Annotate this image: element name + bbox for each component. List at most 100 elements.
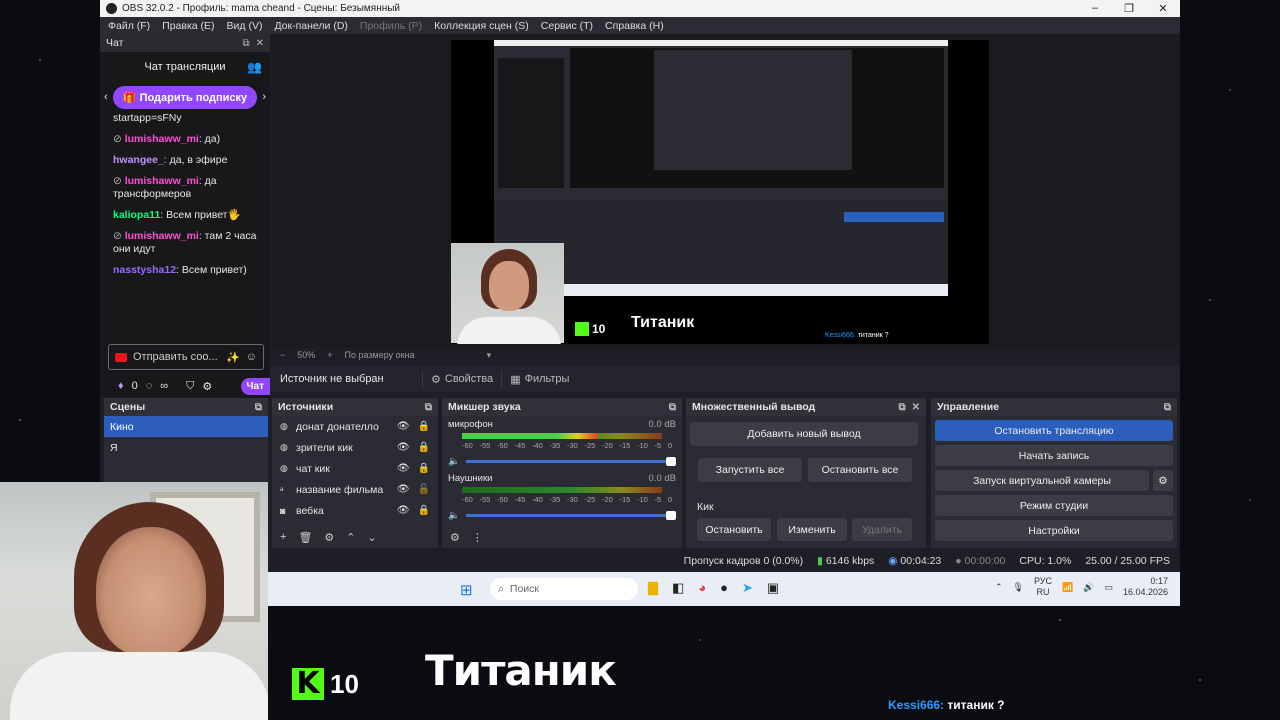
emote-icon[interactable]: ✨ bbox=[226, 351, 240, 364]
settings-button[interactable]: Настройки bbox=[935, 520, 1173, 541]
chat-input[interactable]: Отправить соо... ✨ ☺ bbox=[108, 344, 264, 370]
wifi-icon[interactable]: 📶 bbox=[1062, 582, 1073, 593]
add-icon[interactable]: + bbox=[280, 531, 286, 543]
language-indicator[interactable]: РУС RU bbox=[1034, 576, 1052, 598]
undock-icon[interactable]: ⧉ bbox=[255, 402, 262, 413]
gift-sub-button[interactable]: 🎁 Подарить подписку bbox=[112, 85, 258, 109]
trash-icon[interactable]: 🗑 bbox=[298, 531, 312, 544]
eye-icon[interactable]: 👁 bbox=[397, 421, 410, 432]
chevron-left-icon[interactable]: ‹ bbox=[104, 91, 108, 103]
filters-button[interactable]: ▦ Фильтры bbox=[501, 369, 577, 389]
start-record-button[interactable]: Начать запись bbox=[935, 445, 1173, 466]
chat-username[interactable]: hwangee_ bbox=[113, 154, 164, 166]
lock-icon[interactable]: 🔒 bbox=[418, 463, 430, 474]
folder-icon[interactable]: ▇ bbox=[648, 580, 658, 596]
virtual-cam-settings-icon[interactable]: ⚙ bbox=[1153, 470, 1173, 491]
speaker-icon[interactable]: 🔈 bbox=[448, 510, 460, 521]
undock-icon[interactable]: ⧉ bbox=[898, 402, 905, 413]
start-all-button[interactable]: Запустить все bbox=[698, 458, 802, 482]
properties-button[interactable]: ⚙ Свойства bbox=[422, 369, 501, 389]
volume-slider[interactable] bbox=[465, 511, 676, 520]
unlock-icon[interactable]: 🔓 bbox=[418, 484, 430, 495]
gear-icon[interactable]: ⚙ bbox=[324, 531, 334, 544]
more-icon[interactable]: ⋮ bbox=[472, 531, 483, 544]
menu-item[interactable]: Справка (H) bbox=[605, 20, 664, 32]
smile-icon[interactable]: ☺ bbox=[246, 351, 257, 363]
eye-icon[interactable]: 👁 bbox=[397, 484, 410, 495]
source-item[interactable]: ◙ вебка 👁 🔒 bbox=[272, 500, 438, 521]
eye-icon[interactable]: 👁 bbox=[397, 463, 410, 474]
arrow-down-icon[interactable]: ⌄ bbox=[368, 531, 377, 544]
menu-item[interactable]: Файл (F) bbox=[108, 20, 150, 32]
menu-item[interactable]: Вид (V) bbox=[227, 20, 263, 32]
zoom-level[interactable]: 50% bbox=[297, 350, 315, 360]
maximize-button[interactable]: ❐ bbox=[1112, 2, 1146, 15]
speaker-icon[interactable]: 🔈 bbox=[448, 456, 460, 467]
chat-username[interactable]: lumishaww_mi bbox=[125, 230, 199, 242]
source-item[interactable]: ◍ донат донателло 👁 🔒 bbox=[272, 416, 438, 437]
close-dock-icon[interactable]: ✕ bbox=[256, 38, 264, 49]
chat-username[interactable]: kaliopa11 bbox=[113, 209, 160, 221]
chevron-right-icon[interactable]: › bbox=[262, 91, 266, 103]
eye-icon[interactable]: 👁 bbox=[397, 505, 410, 516]
chevron-down-icon[interactable]: ▾ bbox=[487, 350, 492, 361]
menu-item[interactable]: Док-панели (D) bbox=[274, 20, 347, 32]
undock-icon[interactable]: ⧉ bbox=[1164, 402, 1171, 413]
mic-icon[interactable]: 🎙 bbox=[1013, 582, 1024, 593]
virtual-cam-button[interactable]: Запуск виртуальной камеры bbox=[935, 470, 1149, 491]
chrome-icon[interactable]: ◕ bbox=[698, 580, 706, 596]
zoom-out-icon[interactable]: − bbox=[280, 350, 285, 360]
menu-item[interactable]: Профиль (P) bbox=[360, 20, 422, 32]
chat-send-button[interactable]: Чат bbox=[240, 378, 270, 395]
gear-icon[interactable]: ⚙ bbox=[202, 380, 212, 393]
chat-username[interactable]: lumishaww_mi bbox=[125, 175, 199, 187]
terminal-icon[interactable]: ▣ bbox=[767, 580, 779, 596]
clock[interactable]: 0:17 16.04.2026 bbox=[1123, 576, 1168, 598]
delete-output-button[interactable]: Удалить bbox=[852, 518, 912, 541]
undock-icon[interactable]: ⧉ bbox=[425, 402, 432, 413]
stop-output-button[interactable]: Остановить bbox=[697, 518, 771, 541]
lock-icon[interactable]: 🔒 bbox=[418, 442, 430, 453]
taskbar-search[interactable]: ⌕ Поиск bbox=[490, 578, 638, 600]
users-icon[interactable]: 👥 bbox=[247, 60, 262, 74]
add-output-button[interactable]: Добавить новый вывод bbox=[690, 422, 918, 446]
edit-output-button[interactable]: Изменить bbox=[777, 518, 847, 541]
obs-icon[interactable]: ● bbox=[720, 580, 728, 596]
menu-item[interactable]: Правка (E) bbox=[162, 20, 214, 32]
start-icon[interactable]: ⊞ bbox=[460, 581, 473, 599]
arrow-up-icon[interactable]: ⌃ bbox=[346, 531, 355, 544]
battery-icon[interactable]: ▭ bbox=[1104, 582, 1113, 593]
app-icon[interactable]: ◧ bbox=[672, 580, 684, 596]
source-item[interactable]: ᵃ название фильма 👁 🔓 bbox=[272, 479, 438, 500]
menu-item[interactable]: Коллекция сцен (S) bbox=[434, 20, 529, 32]
zoom-mode[interactable]: По размеру окна bbox=[345, 350, 415, 360]
scene-item[interactable]: Я bbox=[104, 437, 268, 458]
studio-mode-button[interactable]: Режим студии bbox=[935, 495, 1173, 516]
close-button[interactable]: ✕ bbox=[1146, 2, 1180, 15]
chat-username[interactable]: nasstysha12 bbox=[113, 264, 176, 276]
telegram-icon[interactable]: ➤ bbox=[742, 580, 753, 596]
stop-all-button[interactable]: Остановить все bbox=[808, 458, 912, 482]
zoom-in-icon[interactable]: + bbox=[327, 350, 332, 360]
undock-icon[interactable]: ⧉ bbox=[669, 402, 676, 413]
volume-handle[interactable] bbox=[665, 511, 676, 520]
volume-slider[interactable] bbox=[465, 457, 676, 466]
chat-username[interactable]: lumishaww_mi bbox=[125, 133, 199, 145]
chevron-up-icon[interactable]: ⌃ bbox=[995, 582, 1003, 593]
eye-icon[interactable]: 👁 bbox=[397, 442, 410, 453]
volume-handle[interactable] bbox=[665, 457, 676, 466]
lock-icon[interactable]: 🔒 bbox=[418, 505, 430, 516]
shield-icon[interactable]: ⛉ bbox=[186, 380, 194, 393]
undock-icon[interactable]: ⧉ bbox=[242, 38, 249, 49]
close-dock-icon[interactable]: ✕ bbox=[912, 402, 920, 413]
lock-icon[interactable]: 🔒 bbox=[418, 421, 430, 432]
minimize-button[interactable]: – bbox=[1078, 2, 1112, 15]
volume-icon[interactable]: 🔊 bbox=[1083, 582, 1094, 593]
preview-canvas[interactable]: 10 Титаник Kessi666: титаник ? bbox=[451, 40, 989, 344]
source-item[interactable]: ◍ чат кик 👁 🔒 bbox=[272, 458, 438, 479]
gear-icon[interactable]: ⚙ bbox=[450, 531, 460, 544]
stop-stream-button[interactable]: Остановить трансляцию bbox=[935, 420, 1173, 441]
source-item[interactable]: ◍ зрители кик 👁 🔒 bbox=[272, 437, 438, 458]
scene-item[interactable]: Кино bbox=[104, 416, 268, 437]
menu-item[interactable]: Сервис (T) bbox=[541, 20, 593, 32]
